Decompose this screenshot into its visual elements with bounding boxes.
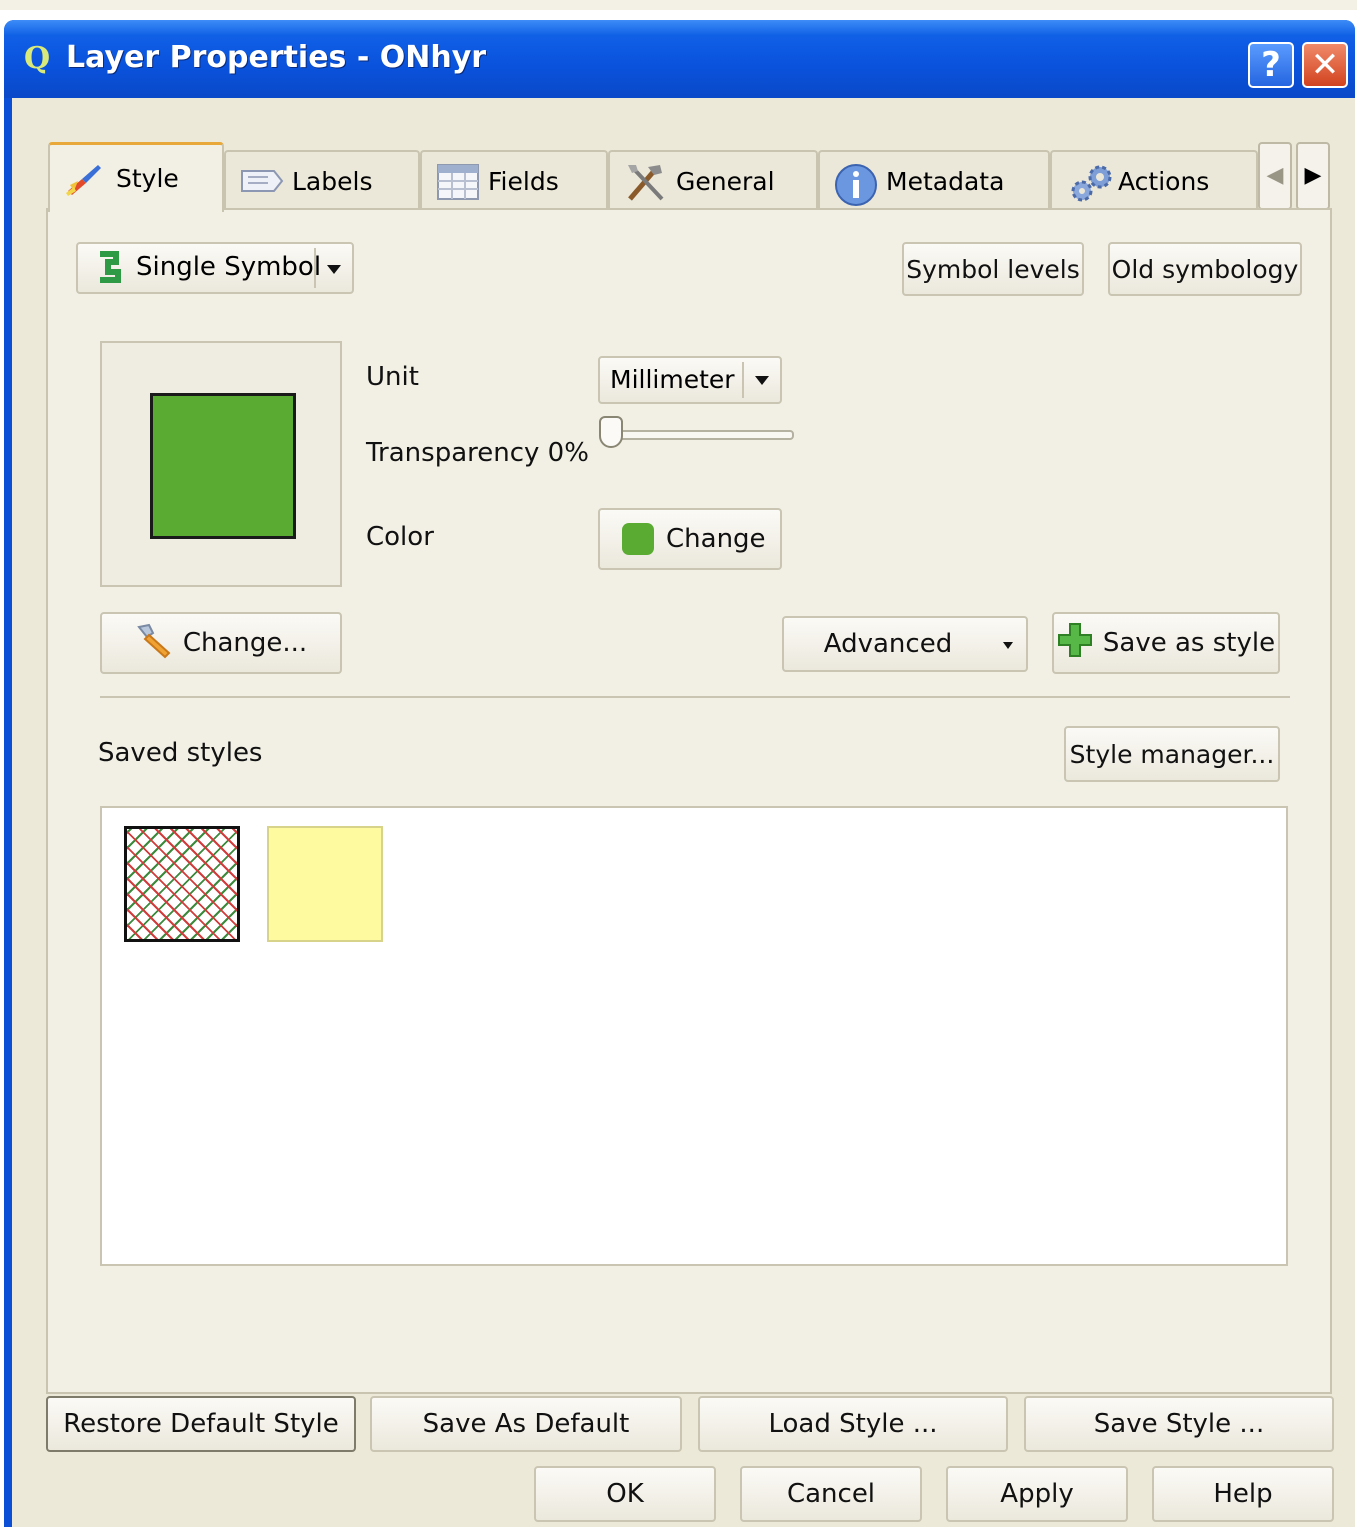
color-swatch-icon (622, 523, 654, 555)
button-label: Save as style (1102, 628, 1276, 658)
tab-label: General (676, 166, 775, 196)
color-label: Color (366, 522, 434, 552)
label-icon (240, 163, 284, 199)
divider (100, 696, 1290, 698)
button-label: Save As Default (422, 1409, 630, 1439)
saved-styles-list[interactable] (100, 806, 1288, 1266)
cancel-button[interactable]: Cancel (740, 1466, 922, 1522)
advanced-button[interactable]: Advanced (782, 616, 1028, 672)
paintbrush-icon (64, 161, 104, 197)
ok-button[interactable]: OK (534, 1466, 716, 1522)
arrow-right-icon: ▶ (1304, 163, 1322, 188)
single-symbol-icon (94, 250, 124, 295)
button-label: Symbol levels (906, 254, 1080, 284)
tab-actions[interactable]: Actions (1050, 150, 1258, 210)
close-button[interactable]: ✕ (1302, 42, 1348, 88)
button-label: Change (666, 524, 766, 554)
tab-labels[interactable]: Labels (224, 150, 420, 210)
button-label: Cancel (786, 1479, 876, 1509)
tab-scroll-left-button[interactable]: ◀ (1258, 142, 1292, 210)
chevron-down-icon (1003, 642, 1013, 649)
pale-yellow-icon[interactable] (267, 826, 383, 942)
tab-style[interactable]: Style (48, 142, 224, 212)
title-bar[interactable]: Q Layer Properties - ONhyr ? ✕ (4, 20, 1355, 98)
unit-label: Unit (366, 362, 419, 392)
transparency-label: Transparency 0% (366, 438, 589, 468)
restore-default-style-button[interactable]: Restore Default Style (46, 1396, 356, 1452)
tab-label: Actions (1118, 166, 1210, 196)
hatch-red-green-icon[interactable] (124, 826, 240, 942)
tab-label: Metadata (886, 166, 1005, 196)
chevron-down-icon (755, 376, 769, 385)
symbol-preview-swatch (150, 393, 296, 539)
combo-separator (742, 362, 744, 398)
renderer-type-select[interactable]: Single Symbol (76, 242, 354, 294)
button-label: Load Style ... (768, 1409, 938, 1439)
button-label: Save Style ... (1093, 1409, 1265, 1439)
change-symbol-button[interactable]: Change... (100, 612, 342, 674)
button-label: Change... (182, 628, 308, 658)
save-style-button[interactable]: Save Style ... (1024, 1396, 1334, 1452)
unit-select[interactable]: Millimeter (598, 356, 782, 404)
button-label: Restore Default Style (63, 1409, 339, 1439)
tab-fields[interactable]: Fields (420, 150, 608, 210)
background-strip (0, 0, 1357, 10)
color-change-button[interactable]: Change (598, 508, 782, 570)
gears-icon (1066, 163, 1112, 202)
combo-separator (314, 248, 316, 288)
symbol-preview (100, 341, 342, 587)
tab-label: Labels (292, 166, 373, 196)
button-label: Advanced (823, 629, 953, 659)
help-title-button[interactable]: ? (1248, 42, 1294, 88)
window-title: Layer Properties - ONhyr (66, 40, 487, 75)
arrow-left-icon: ◀ (1266, 163, 1284, 188)
load-style-button[interactable]: Load Style ... (698, 1396, 1008, 1452)
symbol-levels-button[interactable]: Symbol levels (902, 242, 1084, 296)
tab-scroll-right-button[interactable]: ▶ (1296, 142, 1330, 210)
transparency-slider-handle[interactable] (599, 416, 623, 448)
button-label: Old symbology (1111, 254, 1299, 284)
close-icon: ✕ (1310, 45, 1340, 85)
tab-label: Style (116, 164, 179, 193)
qgis-logo-icon: Q (24, 41, 51, 76)
question-mark-icon: ? (1261, 45, 1281, 85)
style-manager-button[interactable]: Style manager... (1064, 726, 1280, 782)
wrench-icon (135, 621, 175, 666)
table-icon (436, 163, 479, 200)
old-symbology-button[interactable]: Old symbology (1108, 242, 1302, 296)
button-label: Style manager... (1069, 739, 1275, 769)
help-button[interactable]: Help (1152, 1466, 1334, 1522)
transparency-slider[interactable] (612, 430, 794, 440)
info-icon (834, 163, 877, 206)
renderer-type-value: Single Symbol (136, 252, 322, 282)
apply-button[interactable]: Apply (946, 1466, 1128, 1522)
button-label: Help (1213, 1479, 1273, 1509)
unit-value: Millimeter (610, 365, 735, 394)
tab-metadata[interactable]: Metadata (818, 150, 1050, 210)
dialog-client-area: Style Labels Fields General Metadata Act… (12, 98, 1355, 1527)
tab-general[interactable]: General (608, 150, 818, 210)
button-label: Apply (1000, 1479, 1074, 1509)
tab-label: Fields (488, 166, 559, 196)
button-label: OK (606, 1479, 644, 1509)
plus-icon (1057, 622, 1093, 665)
layer-properties-dialog: Q Layer Properties - ONhyr ? ✕ Style Lab… (4, 20, 1355, 1527)
save-as-default-button[interactable]: Save As Default (370, 1396, 682, 1452)
saved-styles-label: Saved styles (98, 738, 263, 768)
tools-icon (624, 163, 664, 201)
chevron-down-icon (327, 265, 341, 274)
save-as-style-button[interactable]: Save as style (1052, 612, 1280, 674)
